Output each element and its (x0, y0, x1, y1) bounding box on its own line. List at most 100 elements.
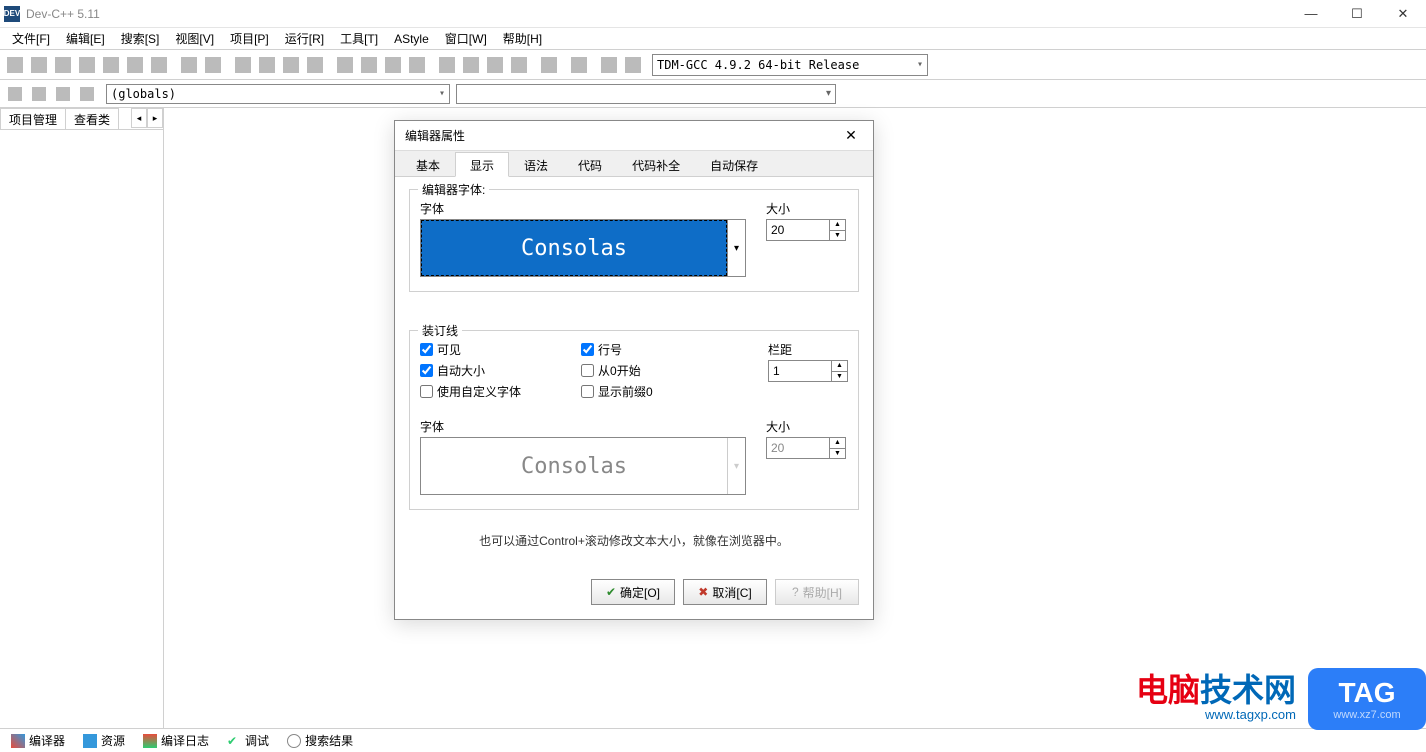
goto-line-icon[interactable] (76, 83, 98, 105)
menu-view[interactable]: 视图[V] (167, 28, 222, 49)
maximize-button[interactable]: ☐ (1334, 0, 1380, 28)
app-icon: DEV (4, 6, 20, 22)
compile-run-icon[interactable] (382, 54, 404, 76)
editor-font-legend: 编辑器字体: (418, 181, 489, 198)
scope-select-value: (globals) (111, 87, 176, 101)
checkbox-visible[interactable]: 可见 (420, 341, 521, 358)
tab-completion[interactable]: 代码补全 (617, 152, 695, 177)
menu-window[interactable]: 窗口[W] (437, 28, 495, 49)
question-icon: ? (792, 585, 799, 599)
nav-back-icon[interactable] (4, 83, 26, 105)
help-button[interactable]: ?帮助[H] (775, 579, 859, 605)
profile2-icon[interactable] (508, 54, 530, 76)
sidebar-tabs: 项目管理 查看类 ◂ ▸ (0, 108, 163, 130)
save-icon[interactable] (52, 54, 74, 76)
window-title: Dev-C++ 5.11 (26, 7, 1288, 21)
find-icon[interactable] (232, 54, 254, 76)
nav-fwd-icon[interactable] (28, 83, 50, 105)
menu-search[interactable]: 搜索[S] (113, 28, 168, 49)
find-next-icon[interactable] (280, 54, 302, 76)
tab-syntax[interactable]: 语法 (509, 152, 563, 177)
minimize-button[interactable]: — (1288, 0, 1334, 28)
menu-bar: 文件[F] 编辑[E] 搜索[S] 视图[V] 项目[P] 运行[R] 工具[T… (0, 28, 1426, 50)
tab-display[interactable]: 显示 (455, 152, 509, 177)
tab-basic[interactable]: 基本 (401, 152, 455, 177)
ok-button[interactable]: ✔确定[O] (591, 579, 675, 605)
tab-project-manager[interactable]: 项目管理 (0, 108, 66, 129)
editor-properties-dialog: 编辑器属性 ✕ 基本 显示 语法 代码 代码补全 自动保存 编辑器字体: 字体 … (394, 120, 874, 620)
rebuild-icon[interactable] (406, 54, 428, 76)
debug-icon[interactable] (436, 54, 458, 76)
scope-select[interactable]: (globals) ▾ (106, 84, 450, 104)
compiler-select[interactable]: TDM-GCC 4.9.2 64-bit Release ▾ (652, 54, 928, 76)
close-file-icon[interactable] (124, 54, 146, 76)
menu-tools[interactable]: 工具[T] (332, 28, 386, 49)
tab-debug[interactable]: ✔调试 (220, 729, 276, 752)
checkbox-line-no[interactable]: 行号 (581, 341, 653, 358)
redo-icon[interactable] (202, 54, 224, 76)
options2-icon[interactable] (622, 54, 644, 76)
tab-class-view[interactable]: 查看类 (65, 108, 119, 129)
replace-icon[interactable] (256, 54, 278, 76)
tab-code[interactable]: 代码 (563, 152, 617, 177)
tab-resource[interactable]: 资源 (76, 729, 132, 752)
tab-nav-left-icon[interactable]: ◂ (131, 108, 147, 128)
open-file-icon[interactable] (28, 54, 50, 76)
tab-nav-right-icon[interactable]: ▸ (147, 108, 163, 128)
dialog-titlebar[interactable]: 编辑器属性 ✕ (395, 121, 873, 151)
font-size-input[interactable] (767, 220, 829, 240)
checkbox-auto-size[interactable]: 自动大小 (420, 362, 521, 379)
undo-icon[interactable] (178, 54, 200, 76)
font-size-spinner[interactable]: ▲ ▼ (766, 219, 846, 241)
delete-icon[interactable] (568, 54, 590, 76)
margin-input[interactable] (769, 361, 831, 381)
tab-compile-log[interactable]: 编译日志 (136, 729, 216, 752)
dialog-buttons: ✔确定[O] ✖取消[C] ?帮助[H] (395, 579, 873, 619)
dialog-title: 编辑器属性 (405, 127, 839, 144)
cancel-button[interactable]: ✖取消[C] (683, 579, 767, 605)
spinner-down-icon[interactable]: ▼ (832, 372, 847, 382)
chevron-down-icon[interactable]: ▾ (727, 220, 745, 276)
margin-spinner[interactable]: ▲ ▼ (768, 360, 848, 382)
menu-astyle[interactable]: AStyle (386, 30, 437, 48)
checkbox-show-prefix[interactable]: 显示前缀0 (581, 383, 653, 400)
tab-compiler[interactable]: 编译器 (4, 729, 72, 752)
stop-icon[interactable] (460, 54, 482, 76)
new-file-icon[interactable] (4, 54, 26, 76)
font-select[interactable]: Consolas ▾ (420, 219, 746, 277)
compile-icon[interactable] (334, 54, 356, 76)
menu-file[interactable]: 文件[F] (4, 28, 58, 49)
tab-search-results[interactable]: 搜索结果 (280, 729, 360, 752)
bookmark-icon[interactable] (52, 83, 74, 105)
spinner-up-icon[interactable]: ▲ (832, 361, 847, 372)
gutter-font-label: 字体 (420, 418, 746, 435)
member-select[interactable]: ▾ (456, 84, 836, 104)
options1-icon[interactable] (598, 54, 620, 76)
print-icon[interactable] (148, 54, 170, 76)
toolbar-secondary: (globals) ▾ ▾ (0, 80, 1426, 108)
check-icon[interactable] (538, 54, 560, 76)
goto-icon[interactable] (304, 54, 326, 76)
margin-label: 栏距 (768, 341, 848, 358)
close-button[interactable]: ✕ (1380, 0, 1426, 28)
menu-run[interactable]: 运行[R] (277, 28, 332, 49)
gutter-size-spinner: ▲ ▼ (766, 437, 846, 459)
run-icon[interactable] (358, 54, 380, 76)
save-all-icon[interactable] (76, 54, 98, 76)
checkbox-from-zero[interactable]: 从0开始 (581, 362, 653, 379)
window-titlebar: DEV Dev-C++ 5.11 — ☐ ✕ (0, 0, 1426, 28)
chevron-down-icon: ▾ (439, 88, 445, 99)
menu-edit[interactable]: 编辑[E] (58, 28, 113, 49)
tab-autosave[interactable]: 自动保存 (695, 152, 773, 177)
menu-help[interactable]: 帮助[H] (495, 28, 550, 49)
dialog-close-button[interactable]: ✕ (839, 124, 863, 148)
profile-icon[interactable] (484, 54, 506, 76)
save-as-icon[interactable] (100, 54, 122, 76)
check-icon: ✔ (227, 734, 241, 748)
menu-project[interactable]: 项目[P] (222, 28, 277, 49)
spinner-up-icon[interactable]: ▲ (830, 220, 845, 231)
checkbox-custom-font[interactable]: 使用自定义字体 (420, 383, 521, 400)
gutter-font-select: Consolas ▾ (420, 437, 746, 495)
spinner-down-icon[interactable]: ▼ (830, 231, 845, 241)
gutter-legend: 装订线 (418, 322, 462, 339)
